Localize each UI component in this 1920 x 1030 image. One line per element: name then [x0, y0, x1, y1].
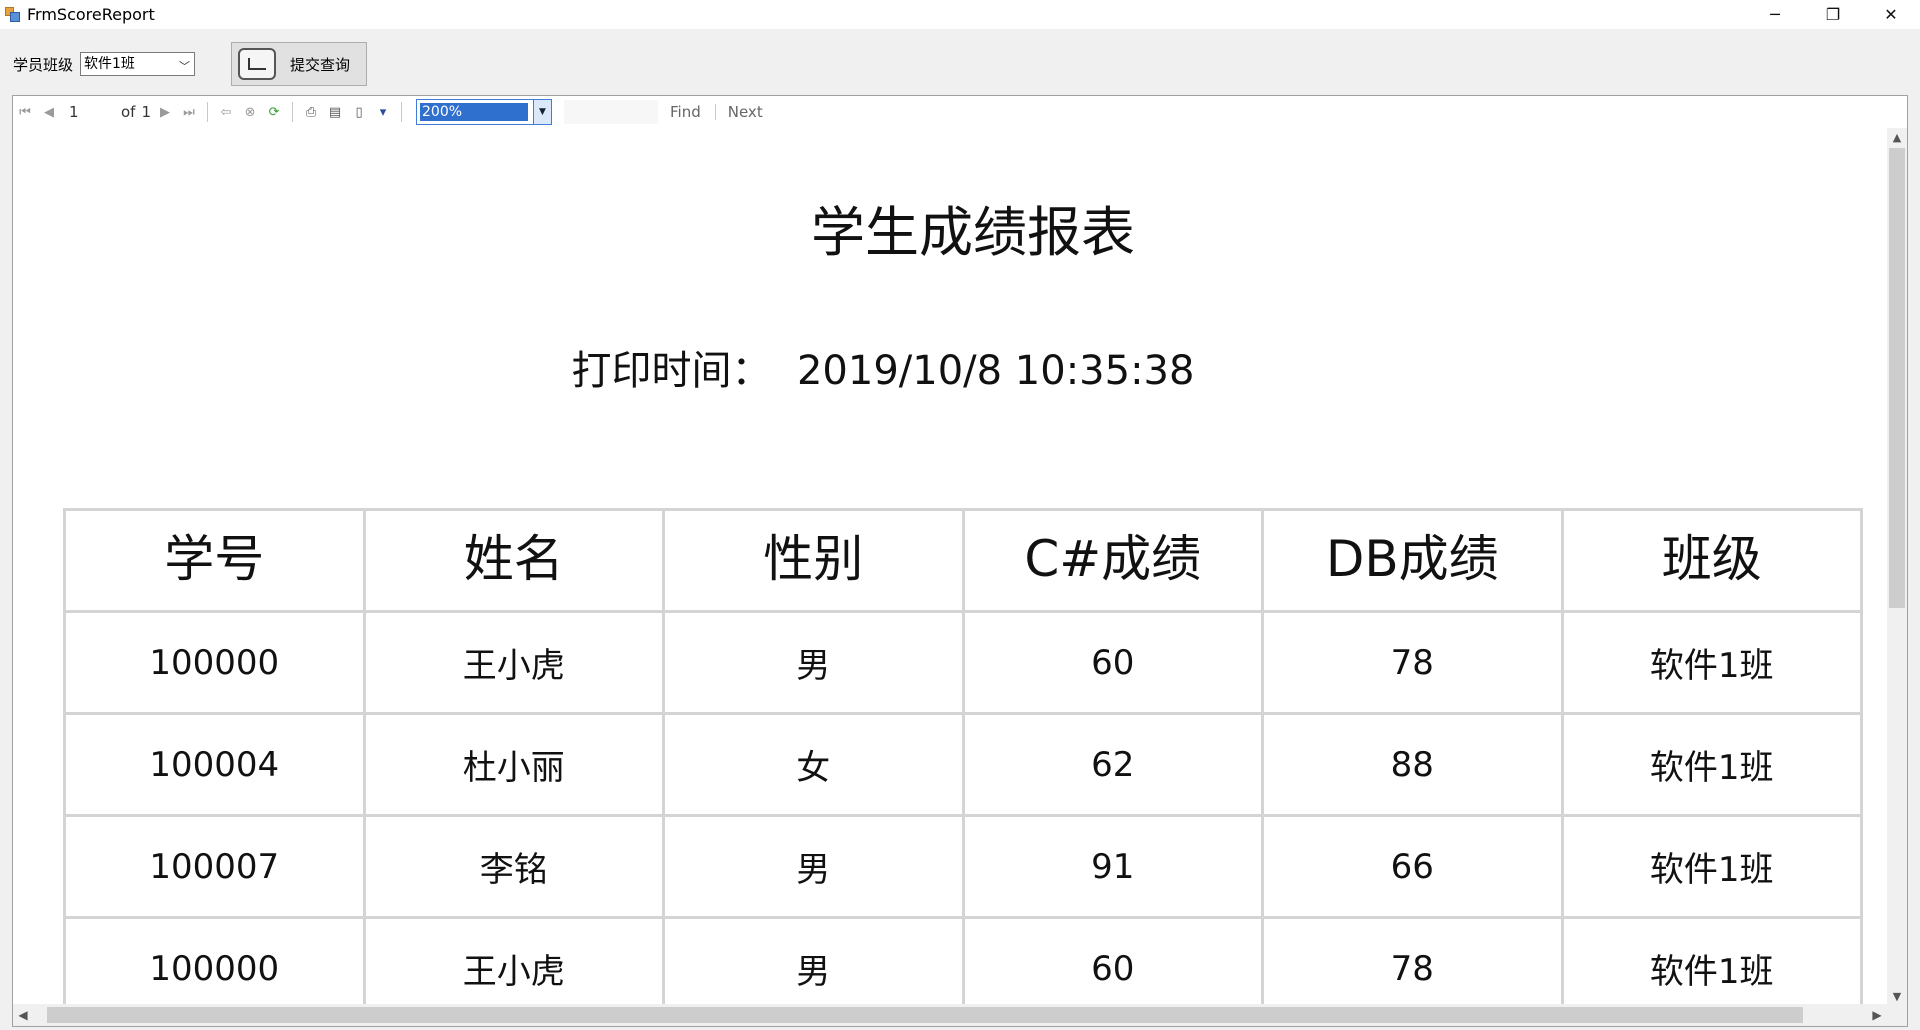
scroll-up-icon[interactable]: ▲: [1887, 128, 1907, 146]
find-next-link[interactable]: Next: [728, 103, 763, 121]
minimize-button[interactable]: ─: [1746, 0, 1804, 29]
last-page-icon[interactable]: ⏭: [177, 100, 201, 124]
chevron-down-icon: ﹀: [179, 60, 190, 73]
table-row: 100004 杜小丽 女 62 88 软件1班: [63, 712, 1863, 817]
column-header: DB成绩: [1261, 508, 1564, 613]
horizontal-scrollbar[interactable]: ◀ ▶: [13, 1004, 1887, 1026]
report-title: 学生成绩报表: [811, 201, 1135, 264]
table-cell: 软件1班: [1560, 814, 1863, 919]
print-time-label: 打印时间：: [571, 348, 772, 394]
chevron-down-icon[interactable]: ▼: [533, 100, 552, 124]
table-cell: 软件1班: [1560, 610, 1863, 715]
table-cell: 100000: [63, 916, 366, 1005]
scroll-down-icon[interactable]: ▼: [1887, 987, 1907, 1005]
stop-icon[interactable]: ⊗: [238, 100, 262, 124]
next-page-icon[interactable]: ▶: [153, 100, 177, 124]
toolbar-separator: [401, 102, 403, 122]
table-cell: 88: [1261, 712, 1564, 817]
of-label: of: [121, 103, 136, 121]
table-cell: 78: [1261, 610, 1564, 715]
table-cell: 100000: [63, 610, 366, 715]
table-cell: 软件1班: [1560, 712, 1863, 817]
page-setup-icon[interactable]: ▯: [347, 100, 371, 124]
table-cell: 王小虎: [362, 916, 665, 1005]
page-number-input[interactable]: 1: [69, 101, 117, 123]
table-cell: 女: [662, 712, 965, 817]
toolbar-separator: [292, 102, 294, 122]
table-cell: 60: [961, 916, 1264, 1005]
title-bar: FrmScoreReport ─ ❐ ✕: [0, 0, 1920, 29]
find-input[interactable]: [564, 100, 659, 124]
column-header: 姓名: [362, 508, 665, 613]
toolbar-separator: [207, 102, 209, 122]
table-row: 100000 王小虎 男 60 78 软件1班: [63, 610, 1863, 715]
submit-query-label: 提交查询: [290, 55, 351, 74]
class-select-value: 软件1班: [84, 56, 135, 72]
table-cell: 100004: [63, 712, 366, 817]
window-controls: ─ ❐ ✕: [1746, 0, 1920, 29]
previous-page-icon[interactable]: ◀: [37, 100, 61, 124]
export-icon[interactable]: ▾: [371, 100, 395, 124]
vertical-scroll-thumb[interactable]: [1889, 148, 1905, 608]
table-cell: 66: [1261, 814, 1564, 919]
column-header: 学号: [63, 508, 366, 613]
report-page: 学生成绩报表 打印时间： 2019/10/8 10:35:38 学号 姓名 性别…: [13, 128, 1887, 1005]
refresh-icon[interactable]: ⟳: [262, 100, 286, 124]
class-label: 学员班级: [13, 56, 74, 74]
print-time-value: 2019/10/8 10:35:38: [796, 348, 1195, 394]
app-icon: [5, 6, 21, 23]
zoom-select[interactable]: 200% ▼: [416, 99, 553, 125]
table-row: 100007 李铭 男 91 66 软件1班: [63, 814, 1863, 919]
column-header: 班级: [1560, 508, 1863, 613]
window-title: FrmScoreReport: [27, 5, 155, 24]
print-layout-icon[interactable]: ▤: [323, 100, 347, 124]
table-cell: 78: [1261, 916, 1564, 1005]
table-cell: 李铭: [362, 814, 665, 919]
horizontal-scroll-thumb[interactable]: [47, 1007, 1803, 1023]
print-time-line: 打印时间： 2019/10/8 10:35:38: [13, 338, 1753, 396]
table-cell: 杜小丽: [362, 712, 665, 817]
table-cell: 100007: [63, 814, 366, 919]
scroll-left-icon[interactable]: ◀: [13, 1004, 33, 1026]
table-cell: 软件1班: [1560, 916, 1863, 1005]
column-header: C#成绩: [961, 508, 1264, 613]
close-button[interactable]: ✕: [1862, 0, 1920, 29]
class-select[interactable]: 软件1班 ﹀: [80, 52, 195, 76]
table-cell: 男: [662, 814, 965, 919]
find-link[interactable]: Find: [670, 103, 701, 121]
table-cell: 91: [961, 814, 1264, 919]
zoom-value: 200%: [420, 103, 529, 121]
restore-button[interactable]: ❐: [1804, 0, 1862, 29]
column-header: 性别: [662, 508, 965, 613]
table-cell: 60: [961, 610, 1264, 715]
table-row: 100000 王小虎 男 60 78 软件1班: [63, 916, 1863, 1005]
table-cell: 62: [961, 712, 1264, 817]
first-page-icon[interactable]: ⏮: [13, 100, 37, 124]
report-viewer: ⏮ ◀ 1 of 1 ▶ ⏭ ⇦ ⊗ ⟳ ⎙ ▤ ▯ ▾ 200% ▼ Find…: [12, 95, 1908, 1027]
print-icon[interactable]: ⎙: [299, 100, 323, 124]
query-criteria-bar: 学员班级 软件1班 ﹀ 提交查询: [0, 30, 1920, 92]
vertical-scrollbar[interactable]: ▲ ▼: [1887, 128, 1907, 1005]
table-cell: 男: [662, 610, 965, 715]
back-icon[interactable]: ⇦: [214, 100, 238, 124]
scroll-right-icon[interactable]: ▶: [1867, 1004, 1887, 1026]
table-cell: 男: [662, 916, 965, 1005]
score-table: 学号 姓名 性别 C#成绩 DB成绩 班级 100000 王小虎 男 60 78…: [63, 508, 1863, 1005]
submit-query-button[interactable]: 提交查询: [231, 42, 367, 86]
report-toolbar: ⏮ ◀ 1 of 1 ▶ ⏭ ⇦ ⊗ ⟳ ⎙ ▤ ▯ ▾ 200% ▼ Find…: [13, 96, 1907, 128]
toolbar-separator: [714, 104, 716, 120]
enter-icon: [238, 48, 276, 80]
scrollbar-corner: [1887, 1004, 1907, 1026]
page-total: 1: [141, 103, 152, 121]
table-header-row: 学号 姓名 性别 C#成绩 DB成绩 班级: [63, 508, 1863, 613]
table-cell: 王小虎: [362, 610, 665, 715]
